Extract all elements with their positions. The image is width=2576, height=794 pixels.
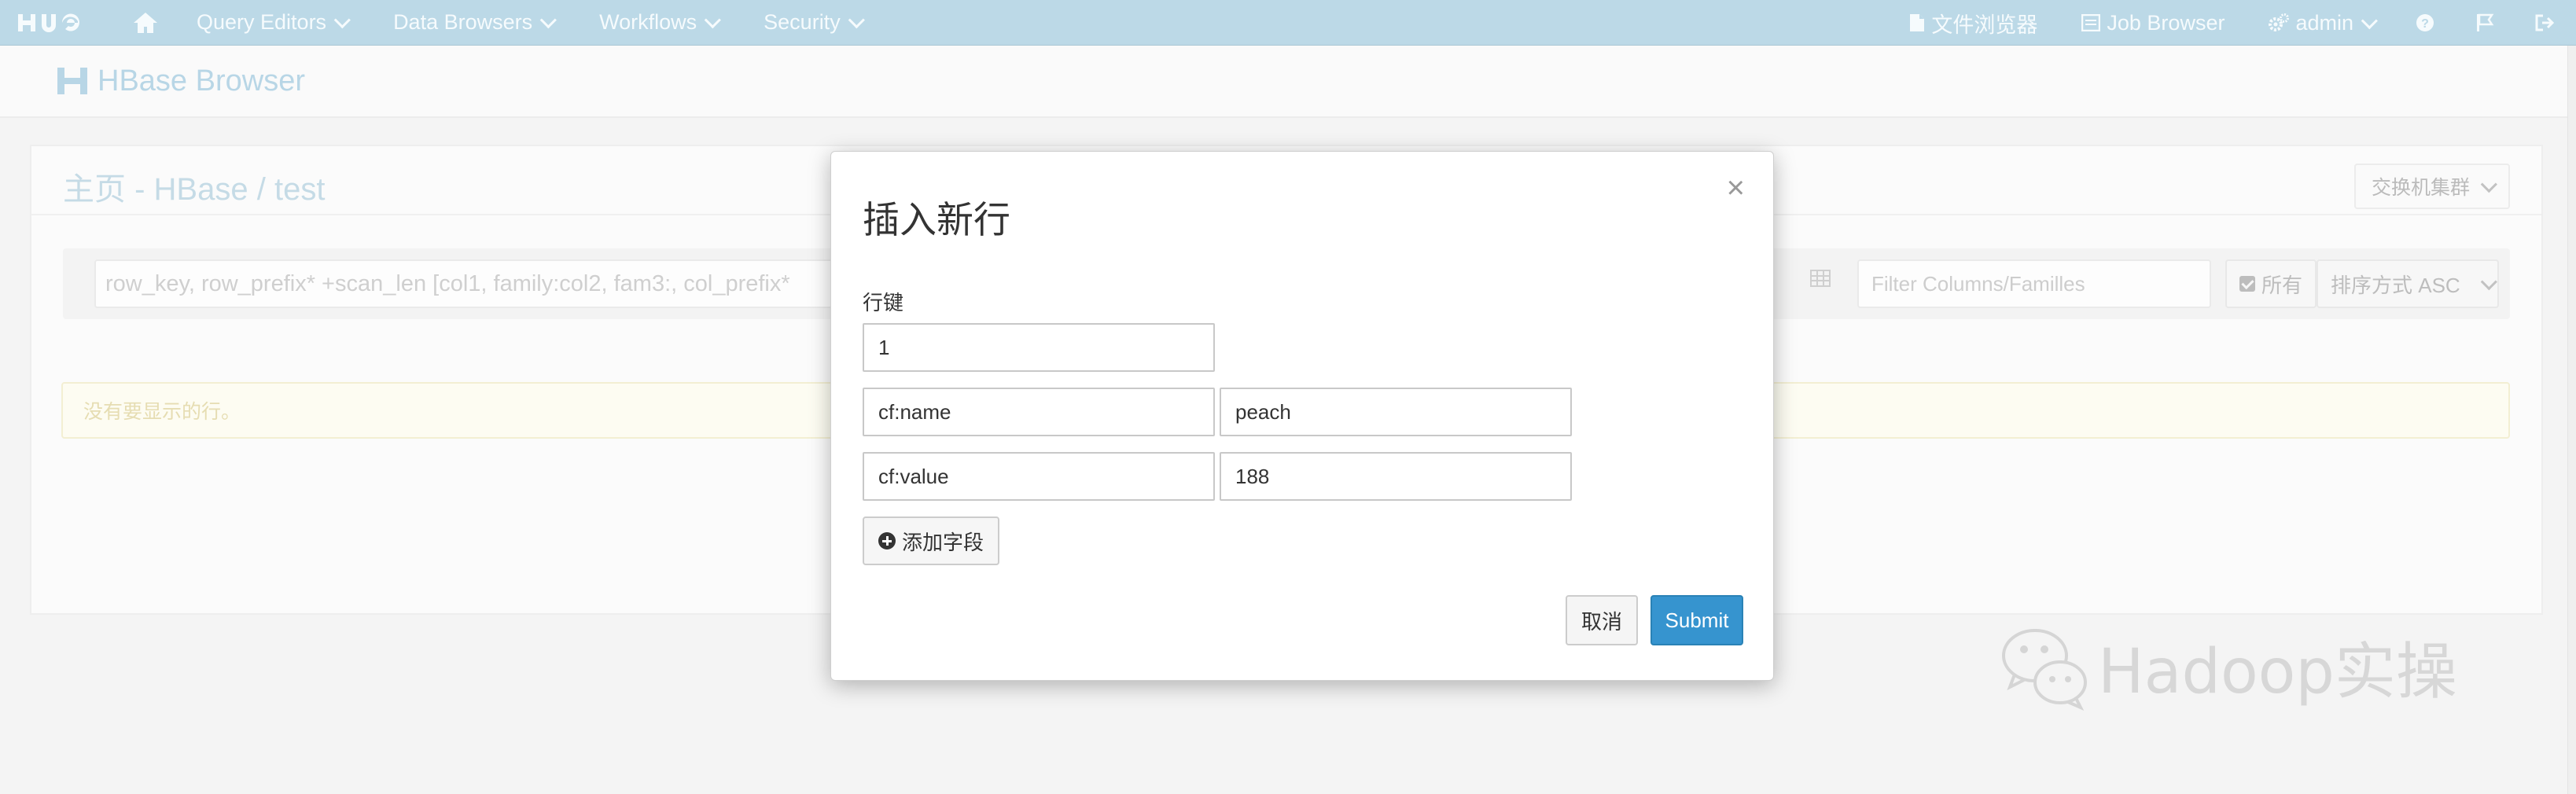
field-value-input[interactable]: 188 [1220,452,1572,501]
sort-dropdown-toggle[interactable] [2467,259,2499,308]
modal-title: 插入新行 [863,199,1010,241]
plus-circle-icon [878,532,896,550]
file-icon [1909,13,1925,32]
filter-columns-input[interactable]: Filter Columns/Familles [1857,259,2211,308]
nav-workflows-label: Workflows [599,10,697,34]
field-column-input[interactable]: cf:value [863,452,1215,501]
field-column-input[interactable]: cf:name [863,388,1215,436]
logout-button[interactable] [2515,0,2576,46]
wechat-icon [2002,629,2087,711]
chevron-down-icon [333,12,351,29]
chevron-down-icon [539,12,558,29]
sort-button[interactable]: 排序方式 ASC [2317,259,2475,308]
home-icon [134,12,157,33]
chevron-down-icon [848,12,865,29]
help-button[interactable]: ? [2395,0,2455,46]
chevron-down-icon [2480,175,2497,193]
row-query-input[interactable]: row_key, row_prefix* +scan_len [col1, fa… [94,259,959,308]
chevron-down-icon [704,12,722,29]
insert-row-modal: 插入新行 × 行键 1 cf:name peach cf:value 188 添… [830,151,1774,681]
sign-out-icon [2535,14,2555,31]
row-key-input[interactable]: 1 [863,323,1215,372]
hue-logo[interactable] [0,0,118,46]
hbase-logo-icon [57,68,87,94]
cogs-icon [2269,13,2290,32]
nav-query-editors-label: Query Editors [197,10,327,34]
watermark: Hadoop实操 [1997,619,2457,714]
cluster-dropdown-label: 交换机集群 [2371,177,2470,199]
empty-rows-text: 没有要显示的行。 [83,401,241,423]
hue-logo-icon [18,13,79,32]
breadcrumb-dash: - [126,172,154,207]
nav-data-browsers[interactable]: Data Browsers [370,0,576,46]
add-field-button[interactable]: 添加字段 [863,516,1000,565]
nav-user-menu[interactable]: admin [2247,0,2395,46]
svg-text:?: ? [2421,17,2429,31]
nav-job-browser[interactable]: Job Browser [2059,0,2247,46]
question-icon: ? [2416,14,2434,31]
nav-job-browser-label: Job Browser [2107,10,2225,35]
nav-user-label: admin [2295,10,2353,35]
nav-query-editors[interactable]: Query Editors [173,0,370,46]
breadcrumb-hbase[interactable]: HBase [154,172,248,207]
nav-data-browsers-label: Data Browsers [393,10,533,34]
checkbox-icon [2239,276,2255,292]
flag-icon [2477,13,2494,31]
grid-icon[interactable] [1810,269,1831,292]
nav-file-browser-label: 文件浏览器 [1931,13,2038,37]
add-field-label: 添加字段 [902,530,984,554]
sort-button-label: 排序方式 ASC [2331,273,2460,297]
field-value-input[interactable]: peach [1220,388,1572,436]
row-key-label: 行键 [863,291,904,314]
all-toggle[interactable]: 所有 [2225,259,2317,308]
submit-button[interactable]: Submit [1650,595,1743,645]
watermark-text: Hadoop实操 [2098,637,2457,708]
chevron-down-icon [2480,273,2497,290]
cancel-button[interactable]: 取消 [1566,595,1638,645]
top-navbar: Query Editors Data Browsers Workflows Se… [0,0,2576,46]
app-title-text: HBase Browser [98,64,305,97]
breadcrumb-table[interactable]: test [274,172,325,207]
breadcrumb: 主页 - HBase / test [63,164,325,209]
nav-security-label: Security [764,10,841,34]
app-title: HBase Browser [57,64,305,98]
nav-security[interactable]: Security [740,0,884,46]
list-icon [2081,14,2101,31]
app-header: HBase Browser [0,46,2576,118]
breadcrumb-home[interactable]: 主页 [63,172,126,207]
nav-workflows[interactable]: Workflows [576,0,740,46]
nav-file-browser[interactable]: 文件浏览器 [1887,0,2059,46]
home-button[interactable] [118,0,173,46]
page-scrollbar[interactable] [2567,46,2576,794]
close-icon[interactable]: × [1727,172,1745,204]
flag-button[interactable] [2455,0,2515,46]
all-toggle-label: 所有 [2261,273,2303,297]
cluster-dropdown[interactable]: 交换机集群 [2353,164,2510,209]
chevron-down-icon [2361,12,2378,29]
breadcrumb-slash: / [248,172,274,207]
nav-right-group: 文件浏览器 Job Browser admin ? [1887,0,2576,46]
